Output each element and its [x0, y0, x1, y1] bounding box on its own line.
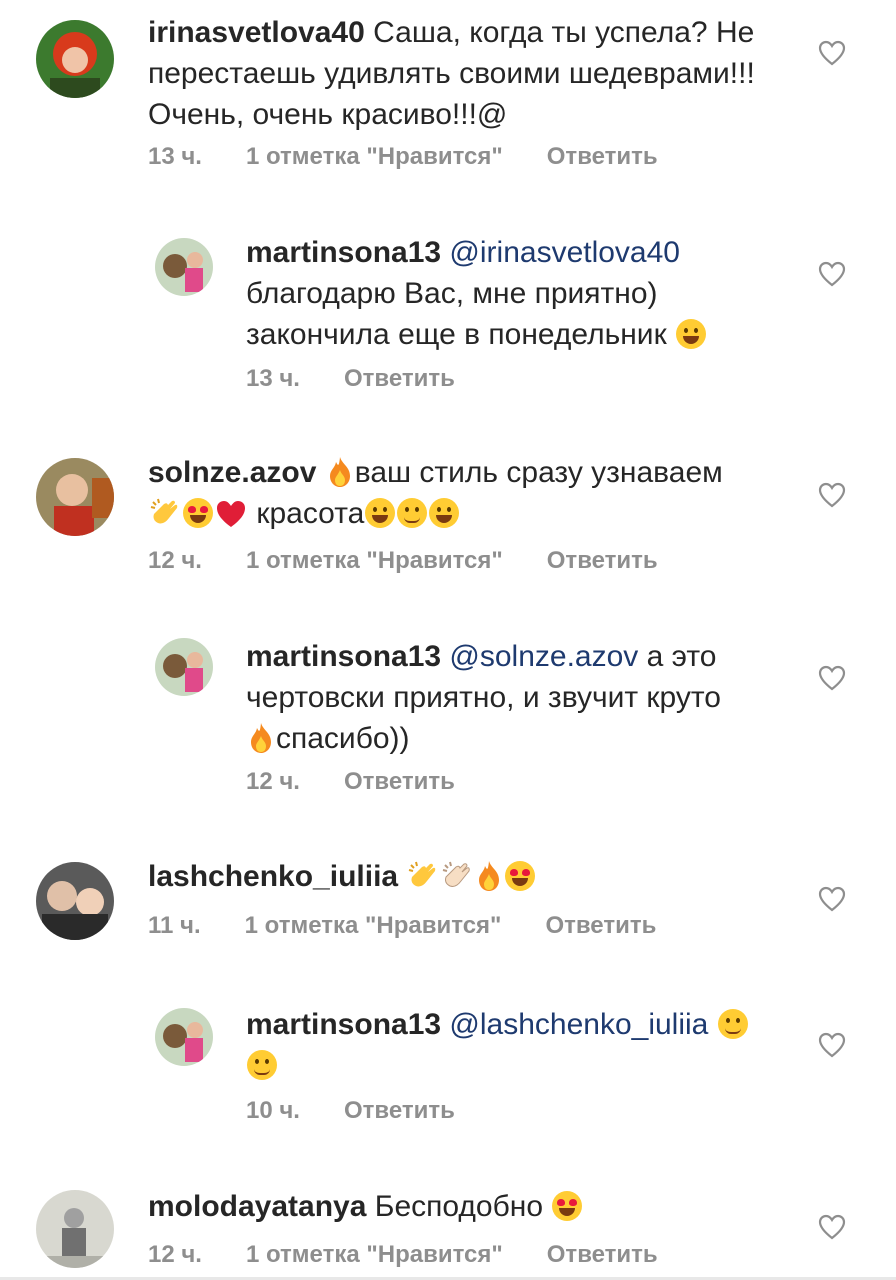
smiling-face-emoji-icon [247, 1050, 277, 1080]
comment-meta: 12 ч. 1 отметка "Нравится" Ответить [148, 547, 702, 575]
timestamp: 13 ч. [246, 365, 300, 392]
reply-button[interactable]: Ответить [547, 547, 658, 574]
username[interactable]: martinsona13 [246, 640, 441, 673]
red-heart-emoji-icon [216, 500, 246, 528]
heart-eyes-emoji-icon [552, 1191, 583, 1221]
comment-meta: 13 ч. Ответить [246, 365, 499, 393]
username[interactable]: martinsona13 [246, 1008, 441, 1041]
avatar[interactable] [36, 862, 114, 940]
comment-text: molodayatanya Бесподобно [148, 1186, 768, 1227]
fire-emoji-icon [248, 722, 274, 754]
likes-count[interactable]: 1 отметка "Нравится" [246, 1241, 503, 1268]
reply-button[interactable]: Ответить [547, 1241, 658, 1268]
comment-meta: 13 ч. 1 отметка "Нравится" Ответить [148, 143, 702, 171]
heart-eyes-emoji-icon [505, 861, 536, 891]
grinning-face-emoji-icon [365, 498, 396, 528]
username[interactable]: solnze.azov [148, 456, 316, 489]
mention-link[interactable]: @solnze.azov [449, 640, 638, 673]
timestamp: 10 ч. [246, 1097, 300, 1124]
likes-count[interactable]: 1 отметка "Нравится" [245, 912, 502, 939]
reply-button[interactable]: Ответить [547, 143, 658, 170]
heart-outline-icon[interactable] [818, 261, 846, 287]
avatar[interactable] [155, 638, 213, 696]
timestamp: 12 ч. [148, 1241, 202, 1268]
clapping-hands-light-emoji-icon [442, 861, 472, 891]
reply-button[interactable]: Ответить [344, 1097, 455, 1124]
mention-link[interactable]: @irinasvetlova40 [449, 236, 680, 269]
clapping-hands-emoji-icon [408, 861, 438, 891]
timestamp: 11 ч. [148, 912, 201, 939]
timestamp: 13 ч. [148, 143, 202, 170]
username[interactable]: irinasvetlova40 [148, 16, 365, 49]
fire-emoji-icon [476, 860, 502, 892]
reply-button[interactable]: Ответить [344, 768, 455, 795]
avatar[interactable] [155, 1008, 213, 1066]
heart-outline-icon[interactable] [818, 482, 846, 508]
comment-text: martinsona13 @irinasvetlova40 благодарю … [246, 232, 786, 355]
comment-meta: 12 ч. 1 отметка "Нравится" Ответить [148, 1241, 702, 1269]
username[interactable]: lashchenko_iuliia [148, 860, 398, 893]
likes-count[interactable]: 1 отметка "Нравится" [246, 547, 503, 574]
heart-outline-icon[interactable] [818, 886, 846, 912]
comment-meta: 10 ч. Ответить [246, 1097, 499, 1125]
avatar[interactable] [36, 458, 114, 536]
username[interactable]: martinsona13 [246, 236, 441, 269]
username[interactable]: molodayatanya [148, 1190, 366, 1223]
smiling-face-emoji-icon [717, 1009, 748, 1039]
heart-outline-icon[interactable] [818, 40, 846, 66]
heart-outline-icon[interactable] [818, 665, 846, 691]
comment-text: martinsona13 @solnze.azov а это чертовск… [246, 640, 721, 755]
avatar[interactable] [155, 238, 213, 296]
comment-meta: 12 ч. Ответить [246, 768, 499, 796]
timestamp: 12 ч. [246, 768, 300, 795]
comment-text: martinsona13 @lashchenko_iuliia [246, 1004, 786, 1086]
comment-text: irinasvetlova40 Саша, когда ты успела? Н… [148, 16, 755, 131]
avatar[interactable] [36, 20, 114, 98]
reply-button[interactable]: Ответить [545, 912, 656, 939]
hugging-face-emoji-icon [397, 498, 428, 528]
heart-outline-icon[interactable] [818, 1214, 846, 1240]
comment-text: lashchenko_iuliia [148, 856, 768, 897]
reply-button[interactable]: Ответить [344, 365, 455, 392]
avatar[interactable] [36, 1190, 114, 1268]
tears-of-joy-emoji-icon [676, 319, 707, 349]
clapping-hands-emoji-icon [150, 498, 180, 528]
timestamp: 12 ч. [148, 547, 202, 574]
heart-outline-icon[interactable] [818, 1032, 846, 1058]
comment-text: solnze.azov ваш стиль сразу узнаваем кра… [148, 456, 723, 530]
likes-count[interactable]: 1 отметка "Нравится" [246, 143, 503, 170]
heart-eyes-emoji-icon [183, 498, 213, 528]
fire-emoji-icon [327, 456, 353, 488]
mention-link[interactable]: @lashchenko_iuliia [449, 1008, 708, 1041]
comment-meta: 11 ч. 1 отметка "Нравится" Ответить [148, 912, 700, 940]
winking-tongue-emoji-icon [429, 498, 460, 528]
